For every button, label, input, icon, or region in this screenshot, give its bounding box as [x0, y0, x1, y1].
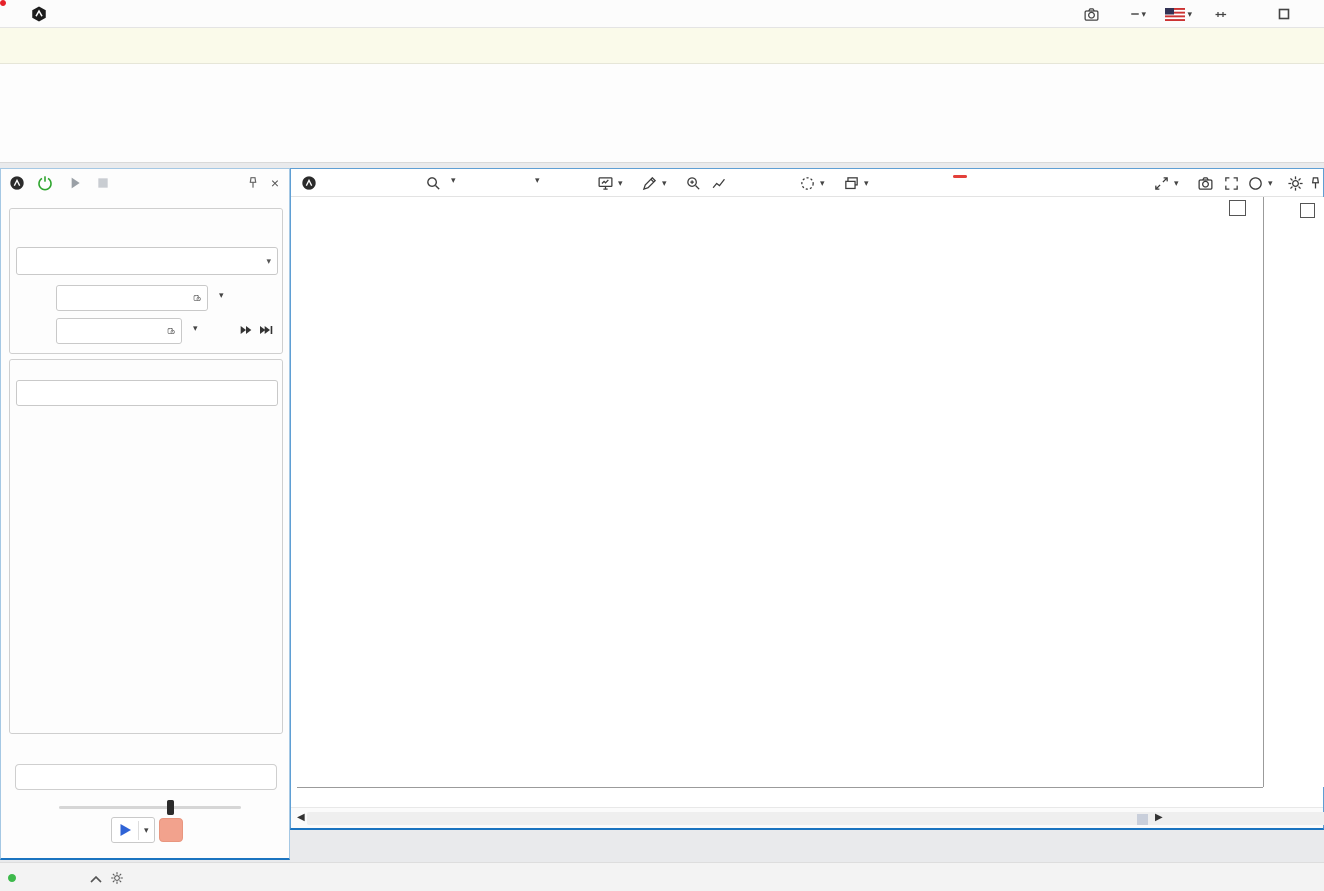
chart-plot-area[interactable] — [297, 197, 1263, 787]
window-layout-button[interactable]: ▾ — [843, 175, 869, 192]
camera-icon[interactable] — [1197, 175, 1214, 192]
atas-logo — [30, 5, 48, 23]
chevron-down-icon: ▾ — [266, 256, 277, 267]
fullscreen-icon[interactable] — [1223, 175, 1240, 192]
price-axis[interactable] — [1263, 197, 1324, 787]
chevron-up-icon[interactable] — [90, 874, 102, 884]
skip-to-end-icon[interactable] — [258, 322, 274, 338]
restore-window-icon[interactable]: ▾ — [1153, 175, 1179, 192]
chevron-down-icon[interactable]: ▾ — [138, 821, 154, 840]
search-icon[interactable] — [425, 175, 442, 192]
stop-icon[interactable] — [95, 175, 111, 191]
chevron-down-icon: ▾ — [535, 175, 540, 186]
speed-slider-track[interactable] — [59, 806, 241, 809]
indicators-button[interactable] — [711, 175, 732, 192]
chart-bottom-bar: ◀ ▶ — [291, 807, 1323, 828]
timeframe-select[interactable]: ▾ — [447, 175, 456, 186]
parameters-group: ▾ ▾ ▾ — [9, 208, 283, 354]
calendar-clock-icon[interactable] — [193, 291, 207, 305]
screenshot-icon[interactable] — [1083, 5, 1100, 23]
us-flag-icon — [1165, 8, 1185, 21]
horizontal-scrollbar[interactable] — [307, 812, 1324, 825]
chevron-down-icon: ▾ — [219, 290, 224, 301]
atas-logo — [301, 175, 317, 191]
from-input[interactable] — [56, 285, 208, 311]
chevron-down-icon: ▾ — [1174, 178, 1179, 189]
clusters-mode-button[interactable]: ▾ — [799, 175, 825, 192]
workspace-tab-bar — [290, 833, 1324, 860]
language-menu[interactable]: ▾ — [1165, 5, 1192, 23]
connection-status-icon — [8, 874, 16, 882]
ribbon-toolbar — [0, 64, 1324, 163]
close-icon[interactable]: × — [271, 175, 279, 191]
time-axis[interactable] — [297, 787, 1263, 807]
calendar-clock-icon[interactable] — [167, 324, 181, 338]
replay-panel-header: × — [1, 169, 289, 197]
gear-icon[interactable] — [110, 871, 124, 885]
chevron-down-icon: ▾ — [618, 178, 623, 189]
help-icon — [1131, 13, 1139, 15]
atas-logo — [9, 175, 25, 191]
zoom-in-icon[interactable] — [685, 175, 702, 192]
chevron-down-icon: ▾ — [193, 323, 198, 334]
trader-square-icon[interactable] — [1137, 814, 1148, 825]
fixed-scale-marker[interactable] — [1300, 203, 1315, 218]
title-bar: ▾ ▾ — [0, 0, 1324, 28]
maximize-button[interactable] — [1278, 5, 1290, 23]
chart-window: ▾ ▾ ▾ ▾ ▾ ▾ ▾ ▾ × ◀ ▶ — [290, 168, 1324, 830]
instruments-group — [9, 359, 283, 734]
chevron-down-icon: ▾ — [1268, 178, 1273, 189]
fast-forward-icon[interactable] — [238, 322, 254, 338]
play-split-button[interactable]: ▾ — [111, 817, 155, 843]
pin-window-icon[interactable] — [1213, 5, 1228, 23]
power-connect-icon[interactable] — [37, 175, 53, 191]
play-icon[interactable] — [67, 175, 83, 191]
pin-icon[interactable] — [245, 175, 261, 191]
stop-playback-button[interactable] — [159, 818, 183, 842]
chart-toolbar: ▾ ▾ ▾ ▾ ▾ ▾ ▾ ▾ × — [291, 169, 1323, 197]
gear-icon[interactable] — [1287, 175, 1304, 192]
replay-mode-badge — [953, 175, 967, 178]
trader-expand-icon[interactable]: ▶ — [1155, 812, 1163, 823]
ribbon-tab-bar — [0, 28, 1324, 64]
status-bar — [0, 862, 1324, 891]
chevron-down-icon: ▾ — [864, 178, 869, 189]
to-input[interactable] — [56, 318, 182, 344]
scroll-left-icon[interactable]: ◀ — [297, 812, 305, 823]
chevron-down-icon: ▾ — [662, 178, 667, 189]
speed-slider-handle[interactable] — [167, 800, 174, 815]
drawing-tools-button[interactable]: ▾ — [641, 175, 667, 192]
chevron-down-icon: ▾ — [1187, 9, 1192, 20]
progress-bar — [15, 764, 277, 790]
autoscroll-marker[interactable] — [1229, 200, 1246, 216]
color-theme-button[interactable]: ▾ — [1247, 175, 1273, 192]
chevron-down-icon: ▾ — [1141, 9, 1146, 20]
chevron-down-icon: ▾ — [451, 175, 456, 186]
chevron-down-icon: ▾ — [820, 178, 825, 189]
display-mode-button[interactable]: ▾ — [597, 175, 623, 192]
lots-select[interactable]: ▾ — [531, 175, 540, 186]
from-timezone-select[interactable]: ▾ — [216, 290, 224, 301]
replay-panel: × ▾ ▾ ▾ — [0, 168, 290, 860]
to-timezone-select[interactable]: ▾ — [190, 323, 198, 334]
pin-icon[interactable] — [1307, 175, 1324, 192]
help-menu[interactable]: ▾ — [1131, 5, 1146, 23]
market-data-type-select[interactable]: ▾ — [16, 247, 278, 275]
play-icon[interactable] — [116, 821, 134, 839]
search-input[interactable] — [16, 380, 278, 406]
